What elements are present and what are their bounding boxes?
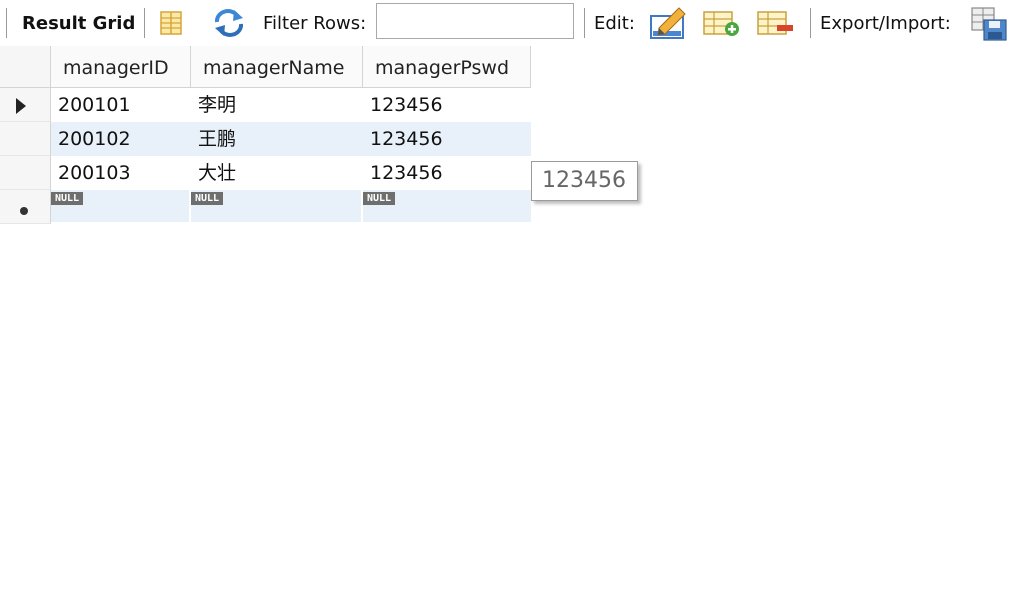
- column-header-managerid[interactable]: managerID: [51, 46, 191, 88]
- table-cell-null[interactable]: NULL: [363, 190, 531, 222]
- edit-pencil-icon[interactable]: [649, 6, 687, 40]
- table-cell[interactable]: 王鹏: [191, 122, 363, 156]
- delete-row-icon[interactable]: [757, 10, 795, 38]
- grid-corner[interactable]: [0, 46, 51, 88]
- new-row-asterisk-icon: [20, 207, 28, 215]
- filter-rows-label: Filter Rows:: [263, 13, 367, 34]
- row-header[interactable]: [0, 122, 51, 156]
- row-header[interactable]: [0, 88, 51, 122]
- toolbar-separator: [810, 8, 811, 38]
- column-header-managerpswd[interactable]: managerPswd: [363, 46, 531, 88]
- form-editor-icon[interactable]: [158, 10, 184, 36]
- refresh-icon[interactable]: [212, 8, 246, 38]
- column-header-managername[interactable]: managerName: [191, 46, 363, 88]
- table-cell[interactable]: 李明: [191, 88, 363, 122]
- export-import-label: Export/Import:: [820, 13, 951, 34]
- result-toolbar: Result Grid Filter Rows: Edit: Export/Im…: [0, 0, 1024, 46]
- table-cell[interactable]: 200101: [51, 88, 191, 122]
- table-cell[interactable]: 123456: [363, 122, 531, 156]
- toolbar-separator: [6, 8, 7, 38]
- null-badge: NULL: [191, 192, 224, 205]
- table-cell[interactable]: 123456: [363, 156, 531, 190]
- new-row-header[interactable]: [0, 190, 51, 224]
- cell-value-tooltip: 123456: [531, 161, 638, 201]
- filter-rows-input[interactable]: [376, 3, 574, 39]
- table-cell[interactable]: 200102: [51, 122, 191, 156]
- edit-label: Edit:: [594, 13, 635, 34]
- result-grid-tab[interactable]: Result Grid: [22, 13, 135, 35]
- table-cell[interactable]: 大壮: [191, 156, 363, 190]
- row-header[interactable]: [0, 156, 51, 190]
- table-cell-null[interactable]: NULL: [191, 190, 363, 222]
- table-cell-null[interactable]: NULL: [51, 190, 191, 222]
- toolbar-separator: [144, 8, 145, 38]
- add-row-icon[interactable]: [703, 10, 741, 38]
- export-save-icon[interactable]: [970, 6, 1010, 42]
- null-badge: NULL: [51, 192, 84, 205]
- current-row-arrow-icon: [16, 98, 26, 114]
- table-cell[interactable]: 200103: [51, 156, 191, 190]
- table-cell[interactable]: 123456: [363, 88, 531, 122]
- toolbar-separator: [584, 8, 585, 38]
- null-badge: NULL: [363, 192, 396, 205]
